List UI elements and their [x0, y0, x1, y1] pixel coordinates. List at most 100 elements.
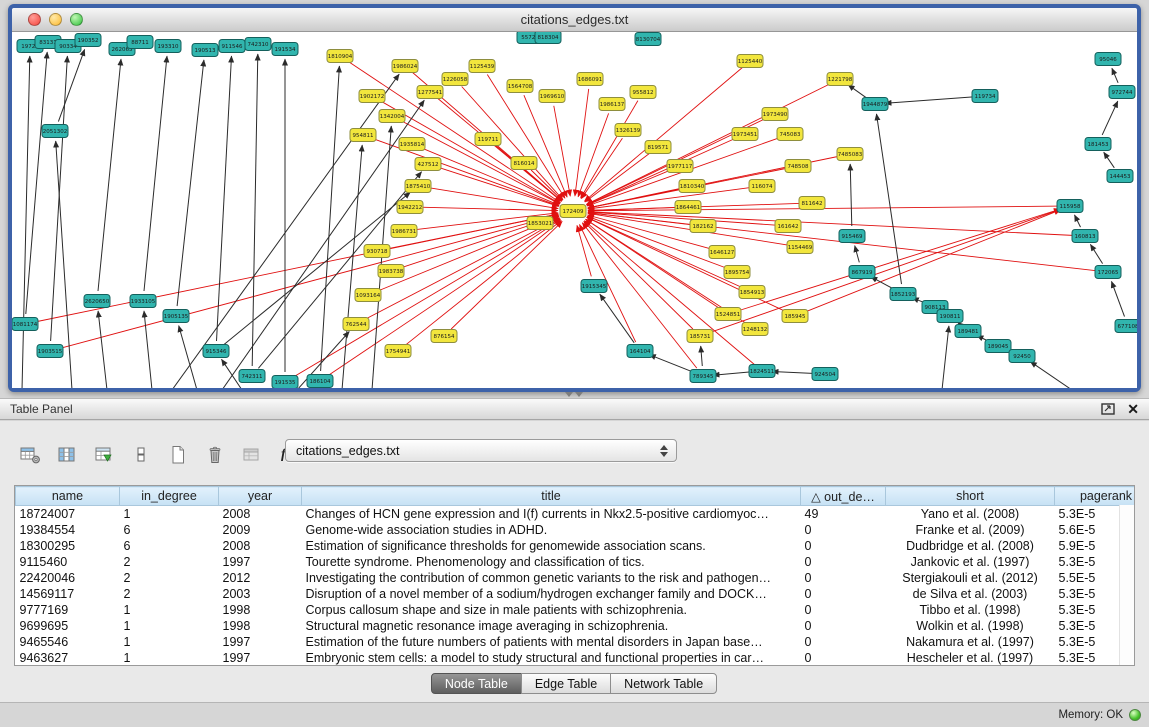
show-columns-button[interactable] [53, 442, 81, 468]
vertical-scrollbar[interactable] [1119, 505, 1134, 665]
graph-edge[interactable] [855, 246, 860, 263]
column-header-6[interactable]: pagerank [1055, 487, 1136, 506]
graph-node[interactable]: 1895754 [724, 266, 750, 279]
graph-node[interactable]: 1326139 [615, 124, 641, 137]
graph-node[interactable]: 1524851 [715, 308, 741, 321]
graph-node[interactable]: 191535 [272, 376, 298, 389]
column-header-4[interactable]: △ out_de… [801, 487, 886, 506]
graph-edge[interactable] [588, 212, 1075, 236]
column-header-1[interactable]: in_degree [120, 487, 219, 506]
table-row[interactable]: 1938455462009Genome-wide association stu… [16, 522, 1136, 538]
graph-node[interactable]: 1125440 [737, 55, 763, 68]
graph-node[interactable]: 161642 [775, 220, 801, 233]
zoom-window-button[interactable] [70, 13, 83, 26]
graph-edge[interactable] [58, 49, 84, 121]
graph-node[interactable]: 189481 [955, 325, 981, 338]
graph-edge[interactable] [172, 74, 399, 388]
graph-node[interactable]: 742311 [239, 370, 265, 383]
graph-edge[interactable] [294, 219, 560, 377]
graph-node[interactable]: 1902172 [359, 90, 385, 103]
graph-node[interactable]: 119711 [475, 133, 501, 146]
close-panel-icon[interactable]: ✕ [1127, 403, 1139, 415]
graph-node[interactable]: 1154469 [787, 241, 813, 254]
graph-node[interactable]: 186104 [307, 375, 333, 388]
graph-node[interactable]: 190811 [937, 310, 963, 323]
graph-node[interactable]: 1810340 [679, 180, 705, 193]
graph-node[interactable]: 190352 [75, 34, 101, 47]
graph-node[interactable]: 1977117 [667, 160, 693, 173]
graph-node[interactable]: 1686091 [577, 73, 603, 86]
graph-edge[interactable] [575, 89, 589, 196]
network-canvas[interactable]: 1724091810904198602412775411902172134200… [12, 32, 1137, 388]
column-header-5[interactable]: short [886, 487, 1055, 506]
graph-edge[interactable] [1030, 362, 1072, 388]
graph-node[interactable]: 955812 [630, 86, 656, 99]
graph-node[interactable]: 954811 [350, 129, 376, 142]
graph-node[interactable]: 2620650 [84, 295, 110, 308]
graph-edge[interactable] [60, 215, 559, 349]
import-table-button[interactable] [90, 442, 118, 468]
table-row[interactable]: 2242004622012Investigating the contribut… [16, 570, 1136, 586]
graph-edge[interactable] [554, 106, 571, 196]
network-graph[interactable]: 1724091810904198602412775411902172134200… [12, 32, 1137, 388]
graph-node[interactable]: 1810904 [327, 50, 353, 63]
graph-node[interactable]: 88711 [127, 36, 153, 49]
graph-edge[interactable] [1112, 68, 1118, 83]
table-row[interactable]: 911546021997Tourette syndrome. Phenomeno… [16, 554, 1136, 570]
graph-node[interactable]: 1875410 [405, 180, 431, 193]
graph-node[interactable]: 193310 [155, 40, 181, 53]
graph-node[interactable]: 1081174 [12, 318, 38, 331]
graph-node[interactable]: 172409 [560, 205, 586, 218]
graph-node[interactable]: 762544 [343, 318, 369, 331]
graph-node[interactable]: 1277541 [417, 86, 443, 99]
delete-table-button[interactable] [201, 442, 229, 468]
graph-node[interactable]: 811642 [799, 197, 825, 210]
graph-node[interactable]: 1973490 [762, 108, 788, 121]
graph-node[interactable]: 816014 [511, 157, 537, 170]
table-settings-button[interactable] [16, 442, 44, 468]
graph-node[interactable]: 1969610 [539, 90, 565, 103]
graph-edge[interactable] [1104, 152, 1115, 168]
graph-edge[interactable] [179, 326, 197, 388]
graph-node[interactable]: 160813 [1072, 230, 1098, 243]
graph-edge[interactable] [701, 346, 703, 366]
graph-edge[interactable] [35, 214, 559, 322]
graph-node[interactable]: 972744 [1109, 86, 1135, 99]
tab-edge-table[interactable]: Edge Table [521, 673, 611, 694]
graph-edge[interactable] [1112, 281, 1125, 316]
graph-node[interactable]: 1646127 [709, 246, 735, 259]
graph-node[interactable]: 182162 [690, 220, 716, 233]
graph-edge[interactable] [406, 220, 562, 344]
graph-node[interactable]: 181453 [1085, 138, 1111, 151]
graph-node[interactable]: 1342004 [379, 110, 405, 123]
graph-node[interactable]: 2051302 [42, 125, 68, 138]
graph-edge[interactable] [342, 145, 362, 388]
column-header-2[interactable]: year [219, 487, 302, 506]
graph-node[interactable]: 742310 [245, 38, 271, 51]
graph-edge[interactable] [22, 56, 30, 388]
graph-node[interactable]: 876154 [431, 330, 457, 343]
graph-node[interactable]: 191534 [272, 43, 298, 56]
graph-edge[interactable] [871, 277, 894, 290]
graph-edge[interactable] [713, 372, 752, 375]
graph-node[interactable]: 1905135 [163, 310, 189, 323]
graph-node[interactable]: 818304 [535, 32, 561, 44]
table-row[interactable]: 1456911722003Disruption of a novel membe… [16, 586, 1136, 602]
graph-edge[interactable] [524, 95, 567, 197]
graph-node[interactable]: 164104 [627, 345, 653, 358]
graph-edge[interactable] [144, 311, 152, 388]
table-row[interactable]: 946554611997Estimation of the future num… [16, 634, 1136, 650]
tab-node-table[interactable]: Node Table [431, 673, 522, 694]
graph-node[interactable]: 748508 [785, 160, 811, 173]
graph-node[interactable]: 116074 [749, 180, 775, 193]
graph-node[interactable]: 1903515 [37, 345, 63, 358]
graph-edge[interactable] [942, 326, 949, 388]
graph-edge[interactable] [850, 164, 852, 226]
table-row[interactable]: 946362711997Embryonic stem cells: a mode… [16, 650, 1136, 666]
graph-edge[interactable] [577, 225, 591, 276]
graph-node[interactable]: 1942212 [397, 201, 423, 214]
graph-edge[interactable] [848, 85, 867, 98]
graph-node[interactable]: 1935814 [399, 138, 425, 151]
graph-edge[interactable] [885, 97, 975, 104]
graph-node[interactable]: 119734 [972, 90, 998, 103]
